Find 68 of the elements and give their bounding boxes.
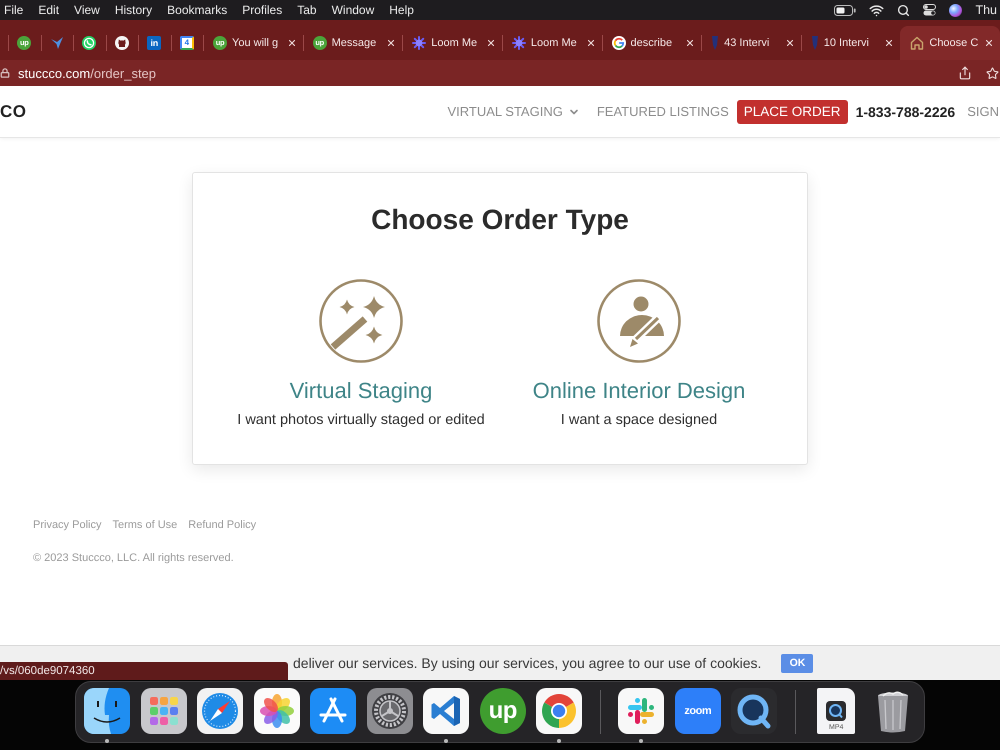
bookmark-star-icon[interactable] <box>986 66 999 80</box>
browser-tab[interactable]: 10 Intervi <box>800 26 900 60</box>
bird-icon <box>50 36 64 50</box>
wifi-icon[interactable] <box>869 2 884 18</box>
close-icon[interactable] <box>286 38 297 48</box>
pin-icon <box>810 36 819 50</box>
starburst-icon <box>412 36 426 50</box>
g-logo-icon <box>612 36 626 50</box>
menu-item[interactable]: Edit <box>38 2 60 18</box>
browser-tab[interactable]: Loom Me <box>402 26 502 60</box>
site-logo[interactable]: CO <box>0 102 26 122</box>
pinned-tab[interactable]: 4 <box>170 26 203 60</box>
close-icon[interactable] <box>586 38 596 48</box>
lock-icon <box>0 68 10 78</box>
a-strokes-icon[interactable] <box>310 688 356 734</box>
browser-tab[interactable]: 43 Intervi <box>701 26 801 60</box>
in-logo: in <box>147 36 162 50</box>
option-description: I want a space designed <box>560 411 718 429</box>
menu-item[interactable]: Window <box>332 2 374 18</box>
close-icon[interactable] <box>486 38 496 48</box>
house-icon <box>910 36 924 50</box>
menu-item[interactable]: History <box>114 2 152 18</box>
battery-icon[interactable] <box>834 4 856 16</box>
gear-icon[interactable] <box>366 688 413 734</box>
menu-item[interactable]: Bookmarks <box>167 2 228 18</box>
magic-wand-icon[interactable] <box>319 279 403 363</box>
close-icon[interactable] <box>685 38 696 48</box>
browser-tab[interactable]: Choose C <box>900 26 1000 60</box>
close-icon[interactable] <box>386 38 396 48</box>
browser-tab[interactable]: Loom Me <box>502 26 602 60</box>
app-grid-icon[interactable] <box>140 688 187 734</box>
phone-link[interactable]: 1-833-788-2226 <box>856 104 956 120</box>
starburst-icon <box>512 36 526 50</box>
pinned-tab[interactable]: in <box>138 26 170 60</box>
ribbon-icon[interactable] <box>423 688 470 734</box>
card-title: Choose Order Type <box>371 203 629 237</box>
orb-icon[interactable] <box>949 4 962 16</box>
browser-tab[interactable]: describe <box>602 26 702 60</box>
person-pencil-icon[interactable] <box>597 279 681 363</box>
pinwheel-icon[interactable] <box>618 688 664 734</box>
compass-icon[interactable] <box>197 688 244 734</box>
smiling-face-icon[interactable] <box>84 688 130 734</box>
option-description: I want photos virtually staged or edited <box>237 411 485 429</box>
url-text[interactable]: stuccco.com/order_step <box>18 66 156 80</box>
menu-item[interactable]: View <box>74 2 100 18</box>
menu-item[interactable]: Tab <box>297 2 317 18</box>
option-title-link[interactable]: Online Interior Design <box>532 378 746 404</box>
close-icon[interactable] <box>784 38 795 48</box>
menu-item[interactable]: Help <box>389 2 414 18</box>
menu-item[interactable]: Profiles <box>242 2 282 18</box>
close-icon[interactable] <box>984 38 994 48</box>
cookie-message: deliver our services. By using our services, you agree to our use of cookies. <box>293 655 762 671</box>
pin-icon <box>711 36 720 50</box>
flower-icon[interactable] <box>254 688 300 734</box>
place-order-button[interactable]: PLACE ORDER <box>736 100 848 124</box>
cat-silhouette-icon <box>114 36 129 50</box>
close-icon[interactable] <box>884 38 894 48</box>
zoom-logo[interactable]: zoom <box>674 688 721 734</box>
menu-clock[interactable]: Thu <box>975 2 1000 18</box>
calendar-icon: 4 <box>180 36 194 50</box>
status-url-bubble: /vs/060de9074360 <box>0 662 288 680</box>
search-icon[interactable] <box>897 4 910 16</box>
copyright-text: © 2023 Stuccco, LLC. All rights reserved. <box>33 551 234 565</box>
phone-bubble-icon <box>82 36 96 50</box>
menu-item[interactable]: File <box>4 2 24 18</box>
toggle-switches-icon[interactable] <box>923 4 936 16</box>
share-icon[interactable] <box>958 66 972 80</box>
option-title-link[interactable]: Virtual Staging <box>290 378 432 404</box>
